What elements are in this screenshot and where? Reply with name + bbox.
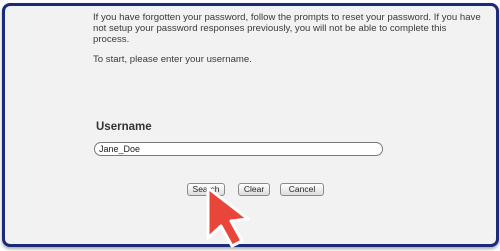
arrow-pointer-icon [206, 186, 250, 248]
instructions-block: If you have forgotten your password, fol… [93, 12, 485, 65]
username-input[interactable] [94, 142, 383, 156]
start-prompt-text: To start, please enter your username. [93, 54, 252, 65]
cancel-button[interactable]: Cancel [280, 183, 324, 196]
instructions-text: If you have forgotten your password, fol… [93, 12, 481, 45]
username-label: Username [96, 121, 152, 133]
